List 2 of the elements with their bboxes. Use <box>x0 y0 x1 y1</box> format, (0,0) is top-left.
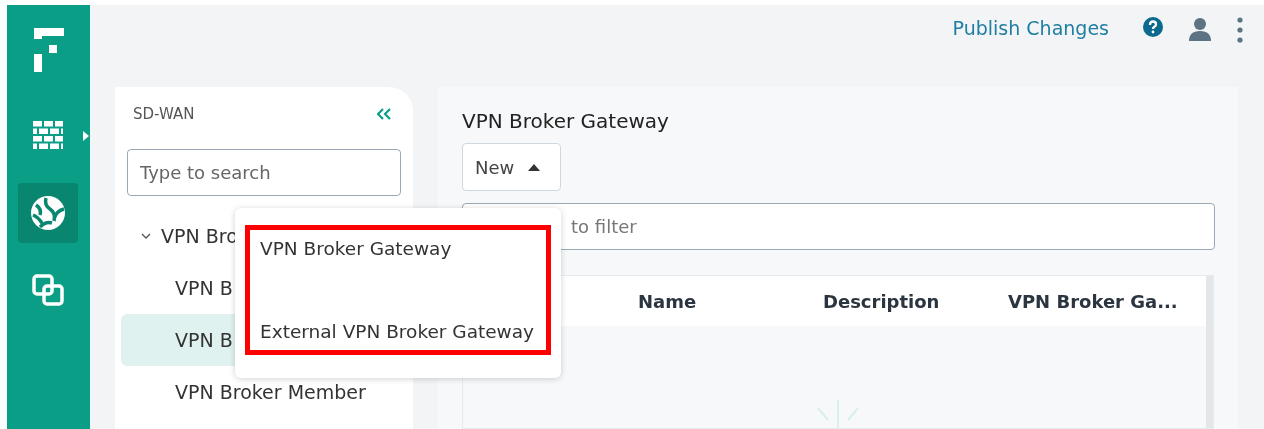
page-title: VPN Broker Gateway <box>462 109 669 133</box>
section-title: SD-WAN <box>133 105 195 123</box>
